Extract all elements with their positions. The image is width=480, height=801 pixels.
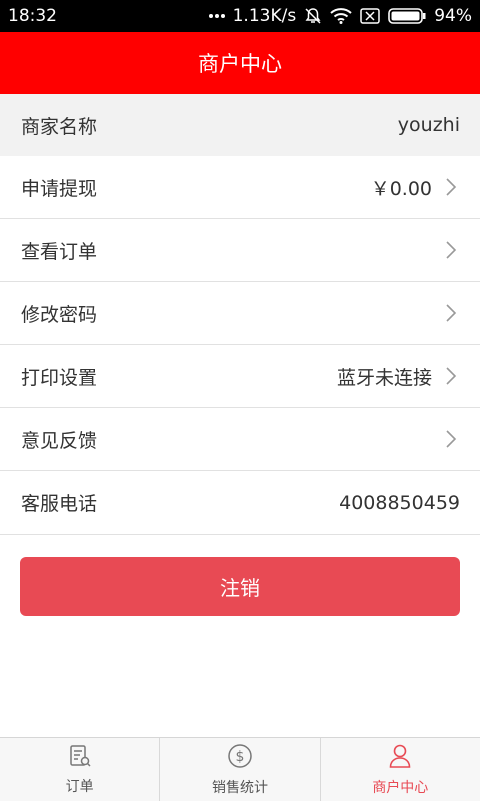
network-speed: 1.13K/s	[232, 6, 297, 26]
tab-merchant-center[interactable]: 商户中心	[319, 738, 480, 801]
change-password-row[interactable]: 修改密码	[0, 282, 480, 345]
battery-percent: 94%	[434, 6, 472, 26]
tab-orders[interactable]: 订单	[0, 738, 159, 801]
tab-merchant-center-label: 商户中心	[372, 779, 429, 796]
change-password-label: 修改密码	[21, 303, 98, 326]
status-time: 18:32	[8, 6, 57, 26]
order-list-icon	[68, 744, 92, 776]
dollar-circle-icon: $	[227, 743, 253, 777]
withdraw-row[interactable]: 申请提现 ￥0.00	[0, 156, 480, 219]
mute-bell-icon	[304, 7, 322, 25]
customer-service-phone: 4008850459	[339, 491, 460, 514]
status-bar: 18:32 1.13K/s 94%	[0, 0, 480, 32]
svg-text:$: $	[236, 749, 245, 765]
customer-service-label: 客服电话	[21, 493, 98, 515]
chevron-right-icon	[442, 367, 460, 385]
chevron-right-icon	[442, 430, 460, 448]
chevron-right-icon	[442, 241, 460, 259]
chevron-right-icon	[442, 178, 460, 196]
user-icon	[388, 743, 412, 777]
logout-button[interactable]: 注销	[20, 557, 460, 616]
balance-value: ￥0.00	[370, 177, 432, 200]
page-title: 商户中心	[198, 52, 282, 76]
tab-orders-label: 订单	[65, 778, 94, 795]
bottom-tab-bar: 订单 $ 销售统计 商户中心	[0, 737, 480, 801]
no-sim-icon	[360, 8, 380, 24]
view-orders-label: 查看订单	[21, 240, 98, 263]
more-dots-icon	[208, 13, 225, 19]
tab-sales-stats[interactable]: $ 销售统计	[159, 738, 319, 801]
merchant-name-label: 商家名称	[21, 115, 98, 138]
view-orders-row[interactable]: 查看订单	[0, 219, 480, 282]
merchant-name-value: youzhi	[397, 114, 460, 136]
battery-icon	[388, 8, 426, 24]
bluetooth-status: 蓝牙未连接	[336, 366, 432, 389]
wifi-icon	[330, 8, 352, 24]
tab-sales-stats-label: 销售统计	[211, 779, 268, 796]
status-icons: 1.13K/s 94%	[208, 6, 472, 26]
app-header: 商户中心	[0, 32, 480, 94]
print-settings-row[interactable]: 打印设置 蓝牙未连接	[0, 345, 480, 408]
merchant-name-row: 商家名称 youzhi	[0, 94, 480, 156]
feedback-row[interactable]: 意见反馈	[0, 408, 480, 471]
withdraw-label: 申请提现	[21, 177, 98, 200]
print-settings-label: 打印设置	[21, 366, 98, 389]
feedback-label: 意见反馈	[21, 429, 98, 452]
customer-service-row[interactable]: 客服电话 4008850459	[0, 471, 480, 535]
chevron-right-icon	[442, 304, 460, 322]
